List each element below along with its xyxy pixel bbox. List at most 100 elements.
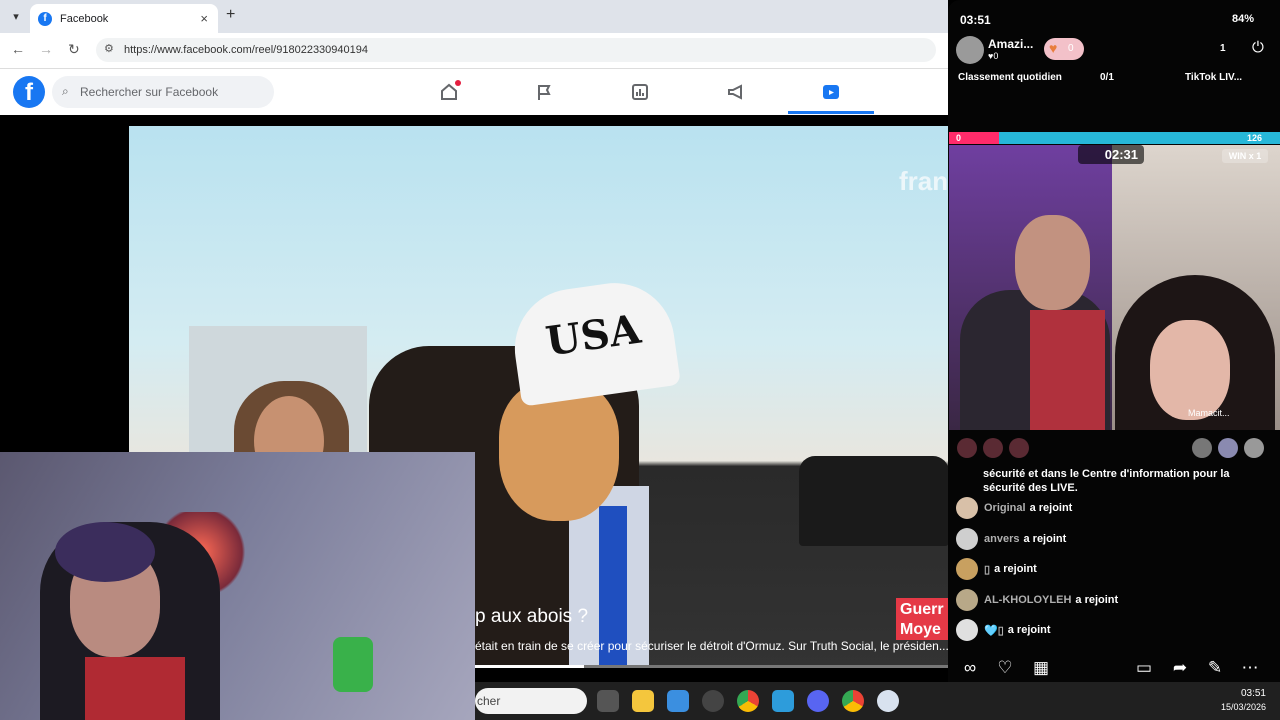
streamer-shirt bbox=[85, 657, 185, 720]
store-icon[interactable] bbox=[667, 690, 689, 712]
chat-avatar[interactable] bbox=[956, 528, 978, 550]
power-icon[interactable]: ⏻ bbox=[1252, 39, 1264, 56]
news-ticker: était en train de se créer pour sécurise… bbox=[475, 639, 948, 653]
video-headline: p aux abois ? bbox=[475, 606, 589, 627]
chat-username[interactable]: 🩵▯ bbox=[984, 624, 1004, 637]
nav-reels-icon[interactable] bbox=[819, 80, 843, 104]
facebook-logo[interactable]: f bbox=[13, 76, 45, 108]
usa-cap: USA bbox=[507, 275, 681, 407]
nav-dashboard-icon[interactable] bbox=[628, 80, 652, 104]
phone-battery: 84% bbox=[1232, 13, 1255, 25]
chat-join-row: anvers a rejoint bbox=[956, 528, 1256, 550]
app-icon[interactable] bbox=[772, 690, 794, 712]
magic-wand-icon[interactable]: ✎ bbox=[1202, 658, 1228, 680]
apps-grid-icon[interactable]: ▦ bbox=[1028, 658, 1054, 680]
chat-join-row: 🩵▯ a rejoint bbox=[956, 619, 1256, 641]
discord-icon[interactable] bbox=[807, 690, 829, 712]
more-options-icon[interactable]: ⋯ bbox=[1237, 658, 1263, 680]
streamer-avatar[interactable] bbox=[956, 36, 984, 64]
battle-bar-right bbox=[999, 132, 1280, 144]
goal-score[interactable]: 0/1 bbox=[1100, 72, 1114, 83]
video-progress-fill bbox=[475, 665, 584, 668]
security-shield-icon[interactable] bbox=[877, 690, 899, 712]
taskbar-time[interactable]: 03:51 bbox=[1228, 688, 1266, 699]
webcam-overlay bbox=[0, 452, 475, 720]
search-icon: ⌕ bbox=[62, 84, 69, 98]
limousine bbox=[799, 456, 948, 546]
chat-username[interactable]: ▯ bbox=[984, 563, 990, 576]
active-tab-indicator bbox=[788, 111, 874, 114]
chat-username[interactable]: anvers bbox=[984, 533, 1019, 545]
facebook-search-input[interactable]: Rechercher sur Facebook bbox=[52, 76, 274, 108]
man-face bbox=[499, 381, 619, 521]
chat-avatar[interactable] bbox=[956, 558, 978, 580]
battle-timer: 02:31 bbox=[1078, 145, 1144, 164]
chat-action: a rejoint bbox=[1023, 533, 1067, 545]
daily-ranking[interactable]: Classement quotidien bbox=[958, 72, 1062, 83]
news-badge: Guerr Moye bbox=[896, 598, 948, 640]
viewer-avatar[interactable] bbox=[1244, 438, 1264, 458]
taskbar-date[interactable]: 15/03/2026 bbox=[1212, 702, 1266, 712]
taskbar-search-input[interactable]: cher bbox=[475, 688, 587, 714]
tab-title: Facebook bbox=[60, 12, 109, 25]
tiktok-live-link[interactable]: TikTok LIV... bbox=[1185, 72, 1242, 83]
chrome-icon[interactable] bbox=[737, 690, 759, 712]
tab-close-icon[interactable]: × bbox=[200, 11, 208, 26]
chat-action: a rejoint bbox=[994, 563, 1037, 575]
battle-score-left: 0 bbox=[956, 133, 962, 143]
chat-action: a rejoint bbox=[1007, 624, 1051, 636]
viewer-count[interactable]: 1 bbox=[1220, 43, 1226, 54]
chat-system-message: sécurité et dans le Centre d'information… bbox=[983, 468, 1230, 494]
nav-home-icon[interactable] bbox=[437, 80, 461, 104]
comment-icon[interactable]: ▭ bbox=[1131, 658, 1157, 680]
new-tab-button[interactable]: + bbox=[226, 6, 235, 24]
chat-action: a rejoint bbox=[1029, 502, 1073, 514]
phone-status-time: 03:51 bbox=[960, 13, 991, 27]
chat-username[interactable]: AL-KHOLOYLEH bbox=[984, 594, 1071, 606]
forward-button[interactable]: → bbox=[39, 41, 53, 57]
multi-guest-icon[interactable]: ♡ bbox=[992, 658, 1018, 680]
streamer-likes: ♥0 bbox=[988, 51, 999, 61]
facebook-favicon-icon: f bbox=[38, 11, 52, 26]
chat-avatar[interactable] bbox=[956, 497, 978, 519]
chat-join-row: ▯ a rejoint bbox=[956, 558, 1256, 580]
obs-icon[interactable] bbox=[702, 690, 724, 712]
task-view-icon[interactable] bbox=[597, 690, 619, 712]
green-lamp bbox=[333, 637, 373, 692]
browser-tab-facebook[interactable]: f Facebook × bbox=[30, 4, 218, 33]
chat-avatar[interactable] bbox=[956, 589, 978, 611]
tab-search-menu-button[interactable]: ▾ bbox=[6, 7, 26, 27]
streamer-name[interactable]: Amazi... bbox=[988, 37, 1033, 51]
back-button[interactable]: ← bbox=[11, 41, 25, 57]
viewer-avatar[interactable] bbox=[1192, 438, 1212, 458]
left-streamer-face bbox=[1015, 215, 1090, 310]
gift-slot-icon[interactable] bbox=[1009, 438, 1029, 458]
left-streamer-shirt bbox=[1030, 310, 1105, 430]
heart-icon: ♥ bbox=[1049, 40, 1058, 56]
chat-action: a rejoint bbox=[1075, 594, 1119, 606]
right-streamer-face bbox=[1150, 320, 1230, 420]
reload-button[interactable]: ↻ bbox=[68, 41, 80, 58]
badge-line-2: Moye bbox=[900, 621, 941, 638]
link-icon[interactable]: ∞ bbox=[957, 658, 983, 680]
gift-slot-icon[interactable] bbox=[983, 438, 1003, 458]
site-settings-icon[interactable]: ⚙ bbox=[104, 42, 114, 55]
file-explorer-icon[interactable] bbox=[632, 690, 654, 712]
chat-join-row: Original a rejoint bbox=[956, 497, 1256, 519]
viewer-avatar[interactable] bbox=[1218, 438, 1238, 458]
nav-ads-megaphone-icon[interactable] bbox=[724, 80, 748, 104]
nav-pages-flag-icon[interactable] bbox=[532, 80, 556, 104]
chat-username[interactable]: Original bbox=[984, 502, 1026, 514]
battle-score-right: 126 bbox=[1247, 133, 1263, 143]
chat-avatar[interactable] bbox=[956, 619, 978, 641]
chrome-profile-icon[interactable] bbox=[842, 690, 864, 712]
gift-slot-icon[interactable] bbox=[957, 438, 977, 458]
opponent-name[interactable]: Mamacit... bbox=[1188, 408, 1230, 418]
share-icon[interactable]: ➦ bbox=[1167, 658, 1193, 680]
url-field[interactable]: https://www.facebook.com/reel/9180223309… bbox=[96, 38, 936, 62]
badge-line-1: Guerr bbox=[900, 601, 944, 618]
chat-join-row: AL-KHOLOYLEH a rejoint bbox=[956, 589, 1256, 611]
streamer-headphones bbox=[55, 522, 155, 582]
channel-watermark: fran bbox=[899, 166, 948, 196]
win-streak-badge: WIN x 1 bbox=[1222, 149, 1268, 163]
